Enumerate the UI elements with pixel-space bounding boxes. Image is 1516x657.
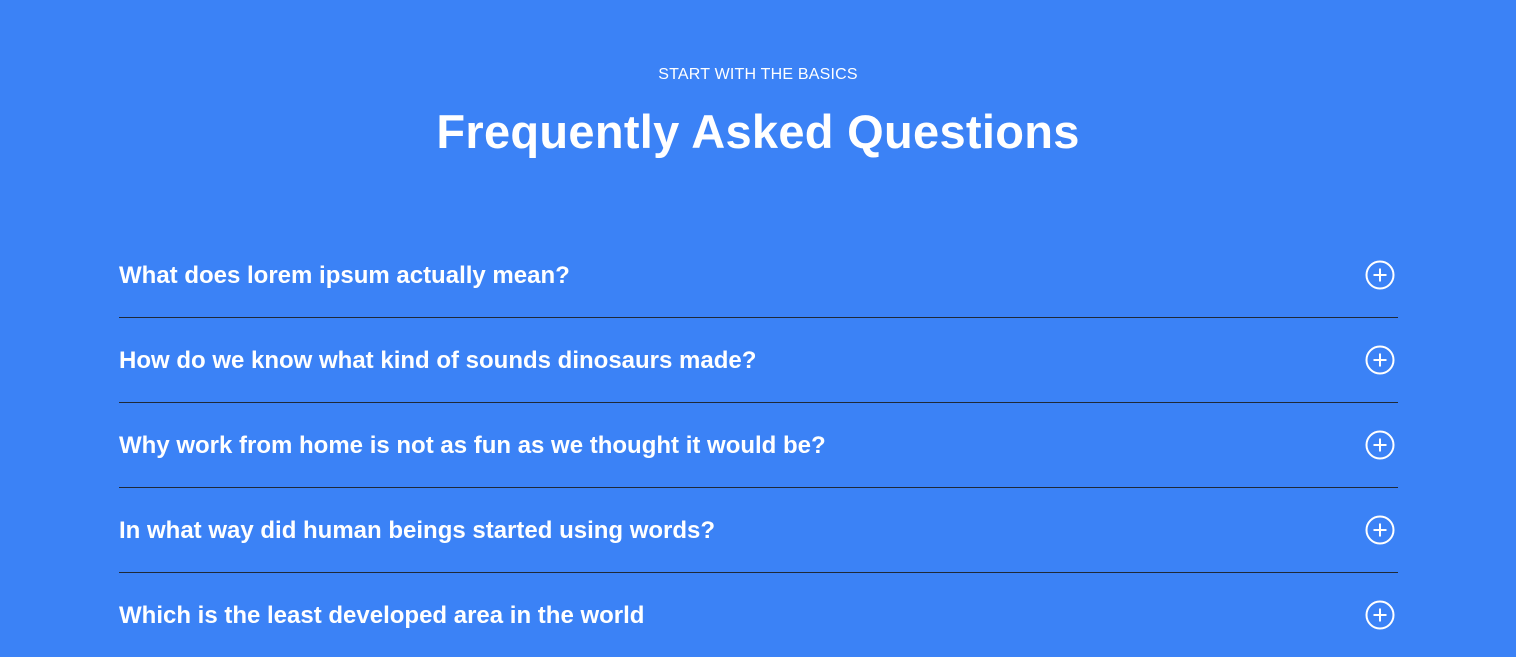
- faq-list: What does lorem ipsum actually mean? How…: [119, 233, 1398, 657]
- plus-circle-icon[interactable]: [1365, 430, 1395, 460]
- faq-question: How do we know what kind of sounds dinos…: [119, 347, 757, 374]
- plus-circle-icon[interactable]: [1365, 600, 1395, 630]
- faq-item[interactable]: In what way did human beings started usi…: [119, 488, 1398, 573]
- faq-item[interactable]: What does lorem ipsum actually mean?: [119, 233, 1398, 318]
- faq-question: What does lorem ipsum actually mean?: [119, 262, 570, 289]
- faq-item[interactable]: How do we know what kind of sounds dinos…: [119, 318, 1398, 403]
- faq-item[interactable]: Which is the least developed area in the…: [119, 573, 1398, 657]
- section-eyebrow: START WITH THE BASICS: [658, 66, 858, 83]
- faq-question: In what way did human beings started usi…: [119, 517, 716, 544]
- page-title: Frequently Asked Questions: [436, 105, 1080, 158]
- plus-circle-icon[interactable]: [1365, 260, 1395, 290]
- faq-question: Why work from home is not as fun as we t…: [119, 432, 826, 459]
- plus-circle-icon[interactable]: [1365, 345, 1395, 375]
- faq-question: Which is the least developed area in the…: [119, 602, 645, 629]
- plus-circle-icon[interactable]: [1365, 515, 1395, 545]
- faq-item[interactable]: Why work from home is not as fun as we t…: [119, 403, 1398, 488]
